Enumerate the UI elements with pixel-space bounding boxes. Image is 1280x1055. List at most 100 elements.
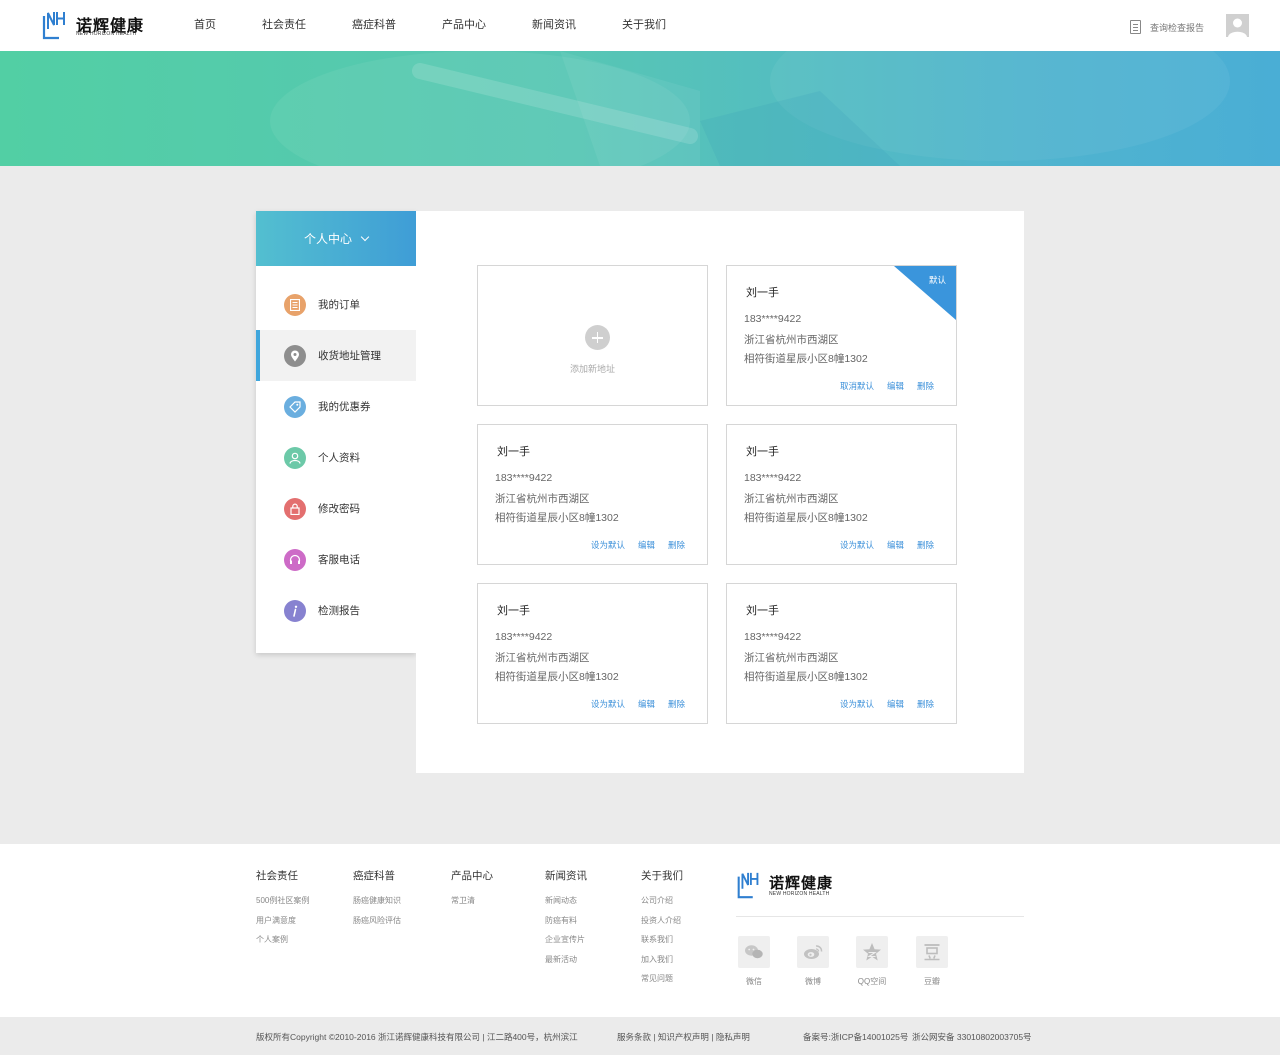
add-address-card[interactable]: 添加新地址 — [477, 265, 708, 406]
address-region: 浙江省杭州市西湖区 — [495, 493, 590, 505]
user-avatar-icon[interactable] — [1226, 14, 1249, 37]
sidebar-item-service-phone[interactable]: 客服电话 — [256, 534, 416, 585]
sidebar-item-orders[interactable]: 我的订单 — [256, 279, 416, 330]
card-actions: 设为默认 编辑 删除 — [827, 539, 934, 551]
footer-link[interactable]: 500例社区案例 — [256, 895, 309, 915]
edit-link[interactable]: 编辑 — [887, 698, 904, 710]
address-street: 相符街道星辰小区8幢1302 — [495, 671, 619, 683]
lock-icon — [284, 497, 306, 520]
wechat-icon — [738, 936, 770, 968]
footer-column-title: 产品中心 — [451, 870, 493, 882]
recipient-phone: 183****9422 — [495, 631, 553, 643]
delete-link[interactable]: 删除 — [917, 698, 934, 710]
footer-column-title: 癌症科普 — [353, 870, 395, 882]
social-wechat[interactable]: 微信 — [737, 936, 771, 987]
footer-divider — [736, 916, 1024, 917]
recipient-name: 刘一手 — [497, 605, 530, 617]
social-weibo[interactable]: 微博 — [796, 936, 830, 987]
footer-column-title: 新闻资讯 — [545, 870, 587, 882]
card-actions: 设为默认 编辑 删除 — [578, 698, 685, 710]
main-nav: 首页 社会责任 癌症科普 产品中心 新闻资讯 关于我们 — [176, 0, 694, 51]
nav-item-social-responsibility[interactable]: 社会责任 — [244, 0, 324, 51]
legal-links[interactable]: 服务条款 | 知识产权声明 | 隐私声明 — [617, 1031, 750, 1043]
delete-link[interactable]: 删除 — [917, 539, 934, 551]
address-card: 刘一手 183****9422 浙江省杭州市西湖区 相符街道星辰小区8幢1302… — [726, 583, 957, 724]
recipient-name: 刘一手 — [497, 446, 530, 458]
edit-link[interactable]: 编辑 — [638, 698, 655, 710]
copyright-text: 版权所有Copyright ©2010-2016 浙江诺辉健康科技有限公司 | … — [256, 1032, 578, 1042]
brand-name-en: NEW HORIZON HEALTH — [769, 891, 830, 897]
footer-link[interactable]: 投资人介绍 — [641, 915, 683, 935]
footer-link[interactable]: 加入我们 — [641, 954, 683, 974]
nav-item-home[interactable]: 首页 — [176, 0, 234, 51]
social-label: 微博 — [805, 977, 821, 986]
nav-item-cancer-science[interactable]: 癌症科普 — [334, 0, 414, 51]
icp-record: 备案号:浙ICP备14001025号 — [803, 1032, 909, 1042]
edit-link[interactable]: 编辑 — [887, 380, 904, 392]
footer-link[interactable]: 防癌有料 — [545, 915, 587, 935]
edit-link[interactable]: 编辑 — [638, 539, 655, 551]
footer-column-title: 社会责任 — [256, 870, 298, 882]
address-street: 相符街道星辰小区8幢1302 — [744, 353, 868, 365]
delete-link[interactable]: 删除 — [917, 380, 934, 392]
sidebar-item-test-reports[interactable]: 检测报告 — [256, 585, 416, 636]
default-badge-corner — [894, 266, 956, 320]
footer-link[interactable]: 用户满意度 — [256, 915, 309, 935]
delete-link[interactable]: 删除 — [668, 698, 685, 710]
set-default-link[interactable]: 设为默认 — [840, 539, 874, 551]
info-icon — [284, 599, 306, 622]
sidebar-item-change-password[interactable]: 修改密码 — [256, 483, 416, 534]
set-default-link[interactable]: 设为默认 — [591, 698, 625, 710]
brand-logo[interactable]: 诺辉健康 NEW HORIZON HEALTH — [42, 9, 143, 43]
social-label: 微信 — [746, 977, 762, 986]
sidebar-item-profile[interactable]: 个人资料 — [256, 432, 416, 483]
coupon-tag-icon — [284, 395, 306, 418]
footer-link[interactable]: 常见问题 — [641, 973, 683, 993]
sidebar-item-addresses[interactable]: 收货地址管理 — [256, 330, 416, 381]
sidebar-item-label: 修改密码 — [318, 503, 360, 515]
sidebar-title-toggle[interactable]: 个人中心 — [256, 211, 416, 266]
footer-link[interactable]: 最新活动 — [545, 954, 587, 974]
footer-link[interactable]: 新闻动态 — [545, 895, 587, 915]
nav-item-news[interactable]: 新闻资讯 — [514, 0, 594, 51]
recipient-phone: 183****9422 — [744, 631, 802, 643]
nav-item-about[interactable]: 关于我们 — [604, 0, 684, 51]
footer-column-news: 新闻资讯 新闻动态 防癌有料 企业宣传片 最新活动 — [545, 868, 587, 973]
sidebar-item-label: 客服电话 — [318, 554, 360, 566]
set-default-link[interactable]: 设为默认 — [591, 539, 625, 551]
recipient-phone: 183****9422 — [744, 472, 802, 484]
footer-link[interactable]: 肠癌风险评估 — [353, 915, 401, 935]
delete-link[interactable]: 删除 — [668, 539, 685, 551]
footer-link[interactable]: 企业宣传片 — [545, 934, 587, 954]
footer-link[interactable]: 公司介绍 — [641, 895, 683, 915]
weibo-icon — [797, 936, 829, 968]
nh-logo-mark — [42, 12, 65, 40]
recipient-name: 刘一手 — [746, 287, 779, 299]
sidebar-item-label: 我的优惠券 — [318, 401, 371, 413]
social-label: 豆瓣 — [924, 977, 940, 986]
query-report-link[interactable]: 查询检查报告 — [1130, 19, 1204, 35]
sidebar-title: 个人中心 — [303, 232, 352, 246]
card-actions: 设为默认 编辑 删除 — [827, 698, 934, 710]
brand-name-cn: 诺辉健康 — [769, 875, 834, 892]
recipient-phone: 183****9422 — [744, 313, 802, 325]
set-default-link[interactable]: 设为默认 — [840, 698, 874, 710]
footer-link[interactable]: 肠癌健康知识 — [353, 895, 401, 915]
sidebar-item-coupons[interactable]: 我的优惠券 — [256, 381, 416, 432]
cancel-default-link[interactable]: 取消默认 — [840, 380, 874, 392]
address-region: 浙江省杭州市西湖区 — [744, 334, 839, 346]
edit-link[interactable]: 编辑 — [887, 539, 904, 551]
user-center-sidebar: 个人中心 我的订单 收货地址管理 我的优惠券 个人资料 修改密码 客服电话 检测… — [256, 211, 416, 653]
footer-link[interactable]: 联系我们 — [641, 934, 683, 954]
social-label: QQ空间 — [857, 977, 887, 986]
police-record: 浙公网安备 33010802003705号 — [912, 1032, 1032, 1042]
location-pin-icon — [284, 344, 306, 367]
footer-link[interactable]: 常卫清 — [451, 895, 493, 915]
nav-item-products[interactable]: 产品中心 — [424, 0, 504, 51]
address-street: 相符街道星辰小区8幢1302 — [495, 512, 619, 524]
address-management-panel: 添加新地址 默认 刘一手 183****9422 浙江省杭州市西湖区 相符街道星… — [416, 211, 1024, 773]
social-qzone[interactable]: QQ空间 — [855, 936, 889, 987]
social-douban[interactable]: 豆瓣 — [915, 936, 949, 987]
address-card: 刘一手 183****9422 浙江省杭州市西湖区 相符街道星辰小区8幢1302… — [477, 424, 708, 565]
footer-link[interactable]: 个人案例 — [256, 934, 309, 954]
